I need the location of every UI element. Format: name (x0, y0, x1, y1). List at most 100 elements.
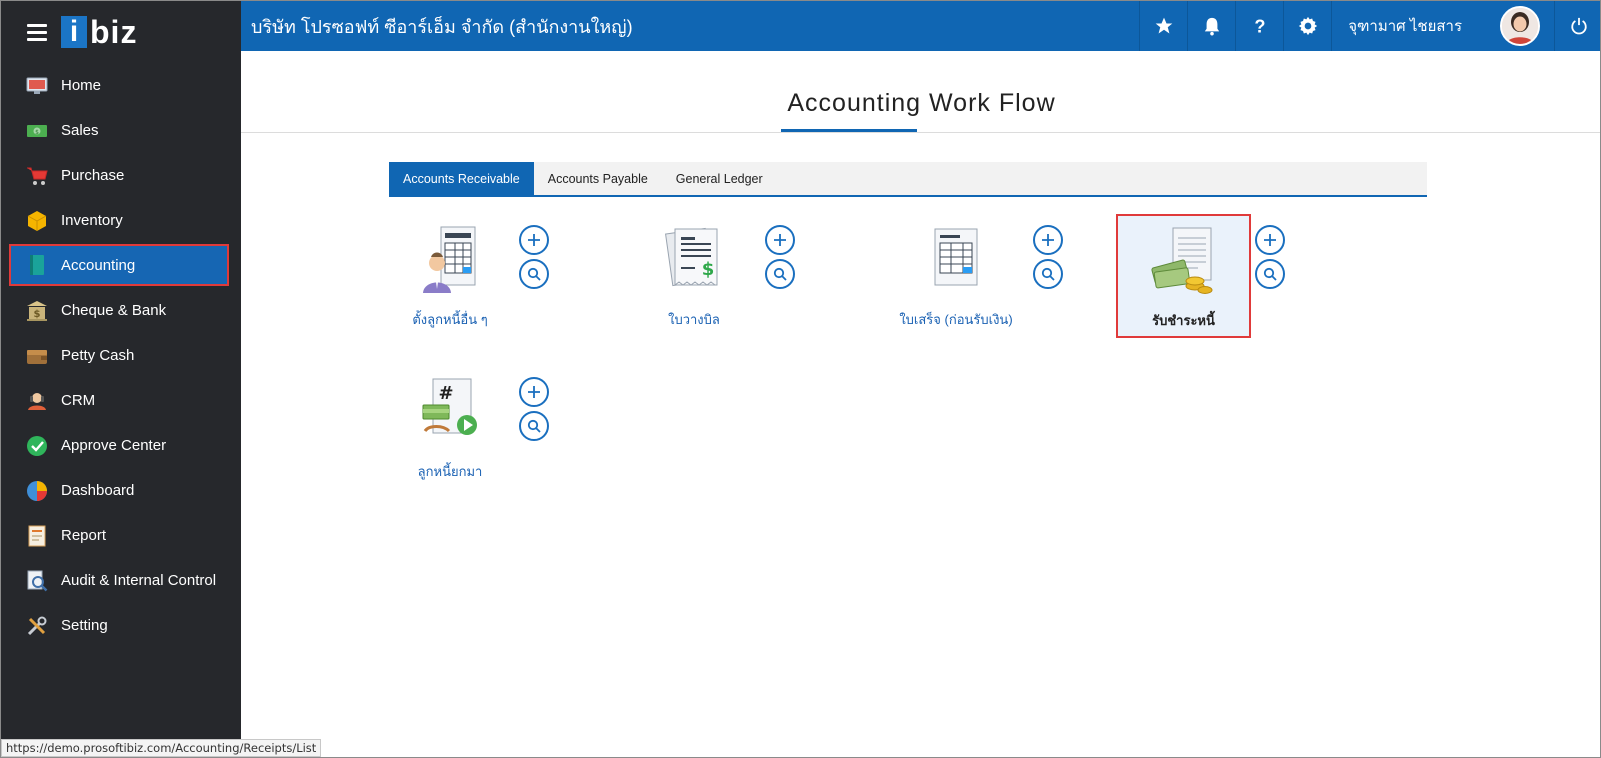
add-debt-payment-button[interactable] (1255, 225, 1285, 255)
sidebar-item-home[interactable]: Home (1, 63, 241, 108)
add-opening-debtor-button[interactable] (519, 377, 549, 407)
add-billing-note-button[interactable] (765, 225, 795, 255)
sidebar-item-inventory[interactable]: Inventory (1, 198, 241, 243)
hamburger-menu-icon[interactable] (27, 23, 47, 41)
tab-accounts-receivable[interactable]: Accounts Receivable (389, 162, 534, 195)
title-underline (781, 129, 917, 132)
search-icon (527, 419, 541, 433)
sidebar-item-label: Report (61, 527, 107, 544)
workflow-item-opening-debtor[interactable]: # ลูกหนี้ยกมา (385, 375, 515, 482)
power-logout-icon[interactable] (1554, 1, 1600, 51)
sidebar-item-label: Petty Cash (61, 347, 135, 364)
company-name: บริษัท โปรซอฟท์ ซีอาร์เอ็ม จำกัด (สำนักง… (251, 16, 633, 37)
tab-general-ledger[interactable]: General Ledger (662, 162, 777, 195)
workflow-item-receipt[interactable]: ใบเสร็จ (ก่อนรับเงิน) (886, 223, 1026, 330)
add-other-debtor-button[interactable] (519, 225, 549, 255)
opening-debtor-icon: # (415, 375, 485, 447)
plus-icon (528, 234, 540, 246)
sidebar-item-approve-center[interactable]: Approve Center (1, 423, 241, 468)
workflow-item-label: ตั้งลูกหนี้อื่น ๆ (412, 312, 488, 327)
user-name[interactable]: จุฑามาศ ไชยสาร (1331, 1, 1478, 51)
box-icon (25, 210, 49, 232)
search-icon (1041, 267, 1055, 281)
sidebar-item-sales[interactable]: $ Sales (1, 108, 241, 153)
cart-icon (25, 165, 49, 187)
report-icon (25, 525, 49, 547)
sidebar-item-label: Dashboard (61, 482, 135, 499)
sidebar-item-label: Approve Center (61, 437, 167, 454)
sidebar-item-label: Home (61, 77, 102, 94)
sidebar-item-label: Setting (61, 617, 108, 634)
sidebar-item-report[interactable]: Report (1, 513, 241, 558)
plus-icon (774, 234, 786, 246)
notification-bell-icon[interactable] (1187, 1, 1235, 51)
svg-text:?: ? (1254, 16, 1265, 36)
svg-text:$: $ (34, 309, 41, 320)
workflow-item-label: ใบวางบิล (668, 312, 720, 327)
sidebar-item-dashboard[interactable]: Dashboard (1, 468, 241, 513)
search-other-debtor-button[interactable] (519, 259, 549, 289)
other-debtor-icon (415, 223, 485, 295)
help-question-icon[interactable]: ? (1235, 1, 1283, 51)
home-icon (25, 75, 49, 97)
search-receipt-button[interactable] (1033, 259, 1063, 289)
sidebar-item-label: Purchase (61, 167, 125, 184)
bank-icon: $ (25, 300, 49, 322)
sales-icon: $ (25, 120, 49, 142)
pie-chart-icon (25, 480, 49, 502)
workflow-item-label: ลูกหนี้ยกมา (417, 464, 483, 479)
plus-icon (528, 386, 540, 398)
search-icon (527, 267, 541, 281)
logo-row: i biz (1, 1, 241, 63)
sidebar-item-crm[interactable]: CRM (1, 378, 241, 423)
search-icon (1263, 267, 1277, 281)
workflow-item-label: รับชำระหนี้ (1152, 313, 1215, 328)
svg-text:$: $ (35, 129, 39, 136)
workflow-tabs: Accounts Receivable Accounts Payable Gen… (389, 162, 1427, 197)
workflow-item-label: ใบเสร็จ (ก่อนรับเงิน) (899, 312, 1013, 327)
sidebar-item-label: Inventory (61, 212, 123, 229)
workflow-item-debt-payment[interactable]: รับชำระหนี้ (1116, 214, 1251, 338)
sidebar-item-label: Audit & Internal Control (61, 572, 217, 589)
audit-icon (25, 570, 49, 592)
crm-icon (25, 390, 49, 412)
sidebar-item-cheque-bank[interactable]: $ Cheque & Bank (1, 288, 241, 333)
sidebar-item-label: Sales (61, 122, 99, 139)
app-window: i biz Home $ Sales Purchase Inventory Ac… (0, 0, 1601, 758)
workflow-item-billing-note[interactable]: $ ใบวางบิล (629, 223, 759, 330)
page-header: Accounting Work Flow (241, 51, 1600, 133)
add-receipt-button[interactable] (1033, 225, 1063, 255)
tools-icon (25, 615, 49, 637)
sidebar-item-setting[interactable]: Setting (1, 603, 241, 648)
sidebar-item-petty-cash[interactable]: Petty Cash (1, 333, 241, 378)
debt-payment-icon (1149, 224, 1219, 296)
sidebar-item-label: CRM (61, 392, 96, 409)
billing-note-icon: $ (659, 223, 729, 295)
check-icon (25, 435, 49, 457)
sidebar: i biz Home $ Sales Purchase Inventory Ac… (1, 1, 241, 757)
page-title: Accounting Work Flow (787, 89, 1056, 117)
workflow-item-other-debtor[interactable]: ตั้งลูกหนี้อื่น ๆ (385, 223, 515, 330)
top-bar: บริษัท โปรซอฟท์ ซีอาร์เอ็ม จำกัด (สำนักง… (241, 1, 1600, 51)
avatar[interactable] (1500, 6, 1540, 46)
favorites-star-icon[interactable] (1139, 1, 1187, 51)
main-content: Accounting Work Flow Accounts Receivable… (241, 51, 1600, 757)
tab-accounts-payable[interactable]: Accounts Payable (534, 162, 662, 195)
receipt-icon (921, 223, 991, 295)
sidebar-item-label: Cheque & Bank (61, 302, 167, 319)
search-opening-debtor-button[interactable] (519, 411, 549, 441)
settings-gear-icon[interactable] (1283, 1, 1331, 51)
sidebar-menu: Home $ Sales Purchase Inventory Accounti… (1, 63, 241, 648)
sidebar-item-accounting[interactable]: Accounting (9, 244, 229, 286)
search-icon (773, 267, 787, 281)
ibiz-logo[interactable]: i biz (61, 16, 137, 48)
search-billing-note-button[interactable] (765, 259, 795, 289)
logo-text: biz (90, 14, 138, 50)
plus-icon (1264, 234, 1276, 246)
sidebar-item-purchase[interactable]: Purchase (1, 153, 241, 198)
search-debt-payment-button[interactable] (1255, 259, 1285, 289)
sidebar-item-label: Accounting (61, 256, 136, 274)
book-icon (25, 254, 49, 276)
plus-icon (1042, 234, 1054, 246)
sidebar-item-audit[interactable]: Audit & Internal Control (1, 558, 241, 603)
